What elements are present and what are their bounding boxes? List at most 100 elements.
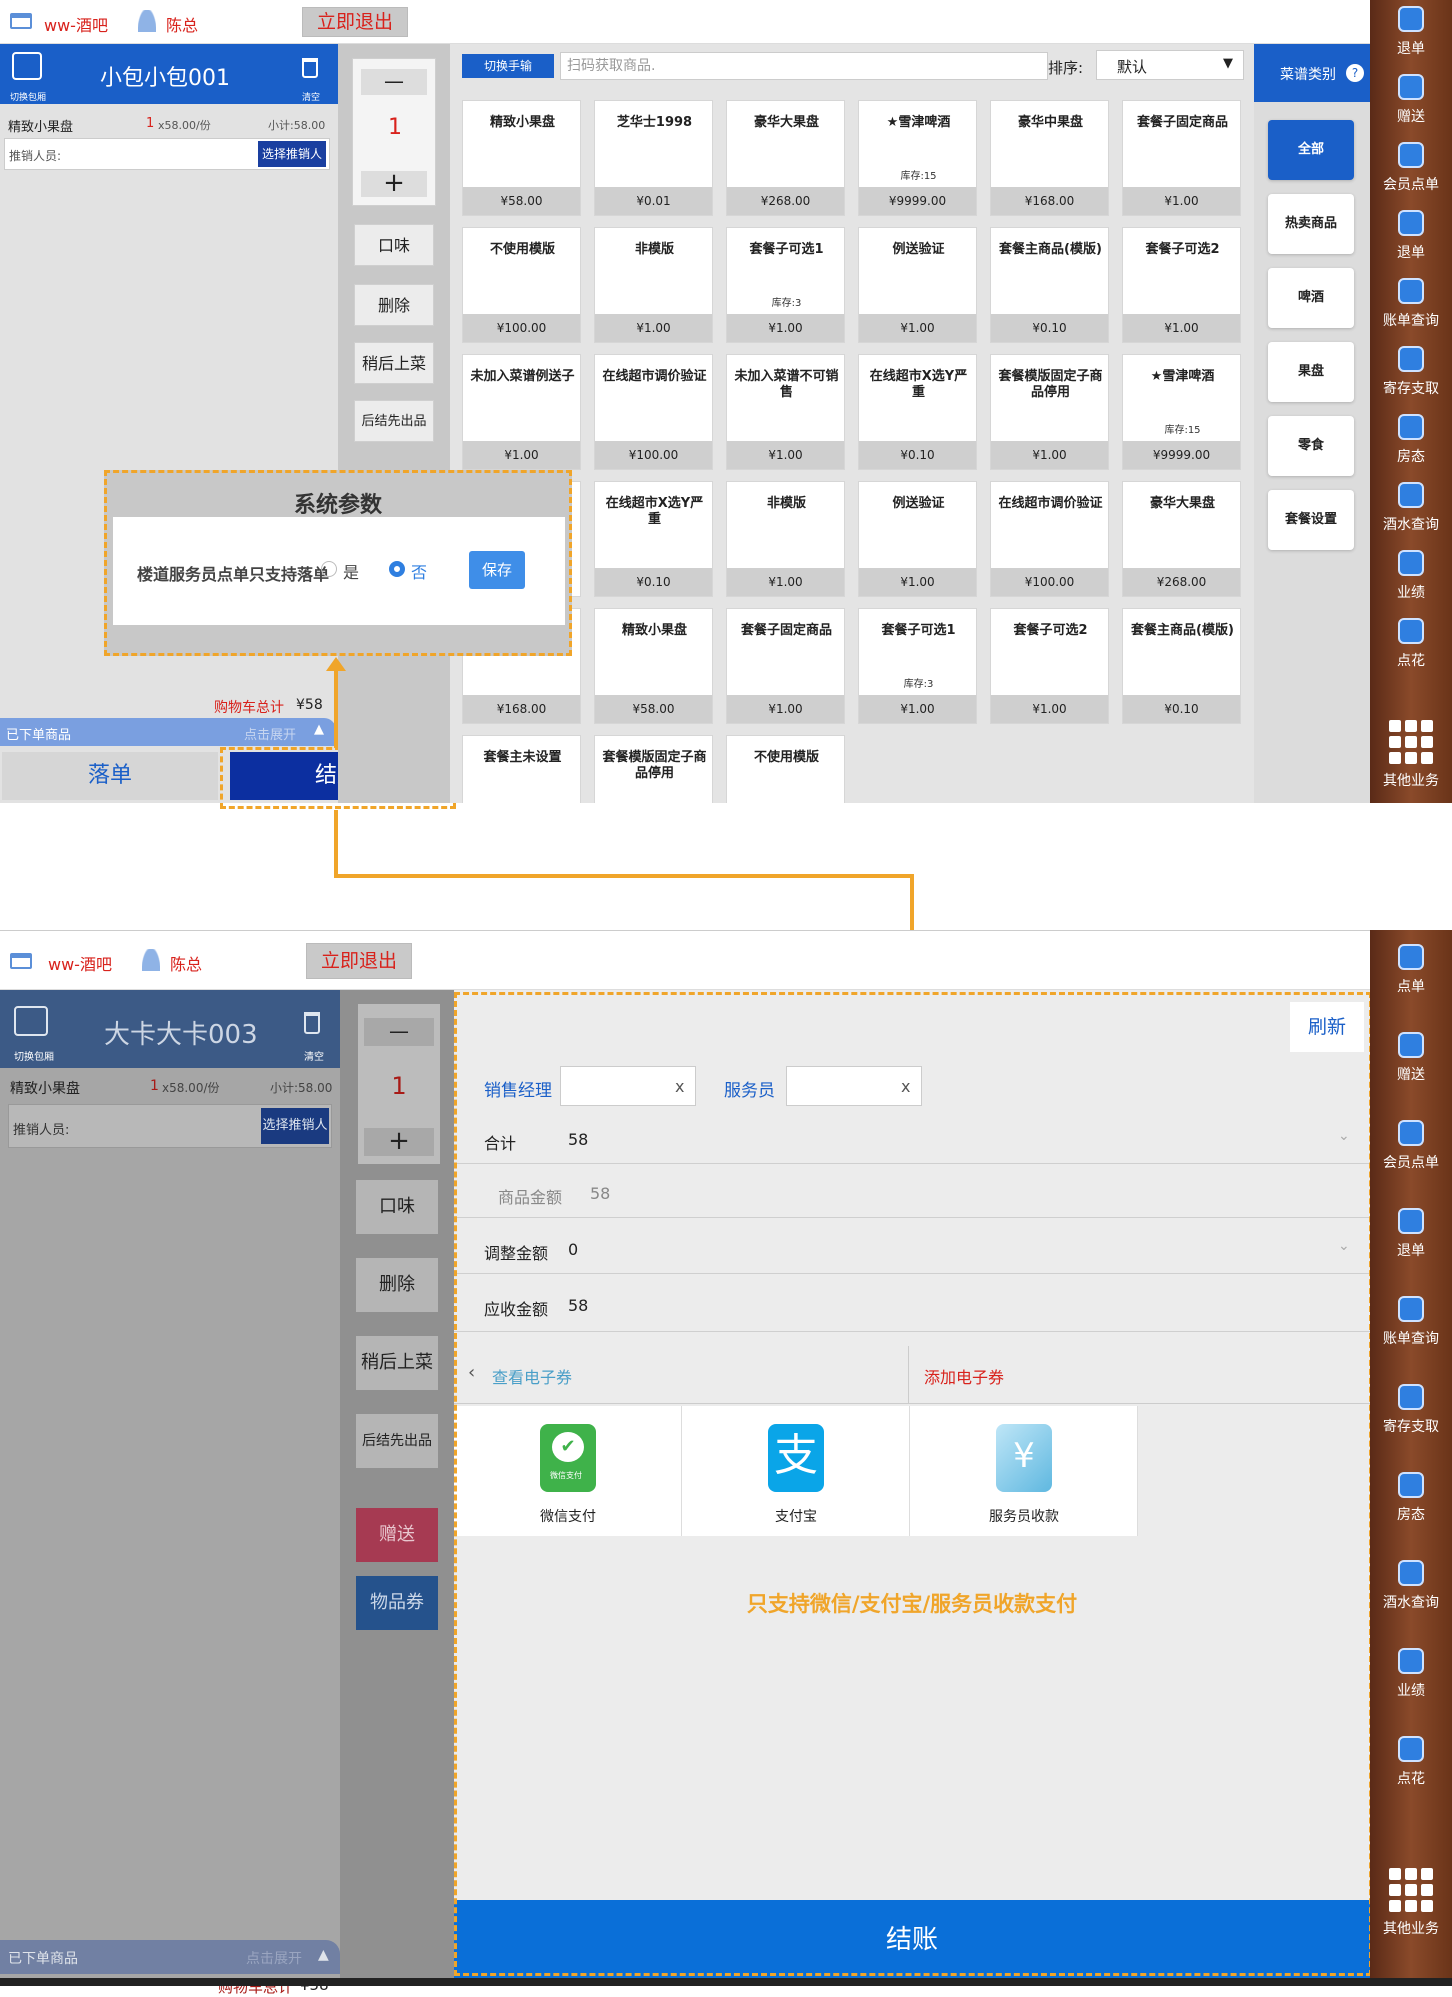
product-card[interactable]: 套餐子可选2 ¥1.00 [990, 608, 1109, 724]
order-line[interactable]: 精致小果盘 1 x58.00/份 小计:58.00 [0, 112, 338, 136]
help-icon[interactable]: ? [1346, 64, 1364, 82]
select-recommender-button[interactable]: 选择推销人 [261, 1108, 329, 1144]
product-card[interactable]: 未加入菜谱例送子 ¥1.00 [462, 354, 581, 470]
save-button[interactable]: 保存 [469, 551, 525, 589]
product-card[interactable]: 豪华中果盘 ¥168.00 [990, 100, 1109, 216]
user-icon [142, 949, 160, 971]
sidebar-item-6[interactable]: 房态 [1370, 414, 1452, 466]
product-card[interactable]: 豪华大果盘 ¥268.00 [1122, 481, 1241, 597]
place-order-button[interactable]: 落单 [2, 752, 218, 800]
gift-button[interactable]: 赠送 [356, 1508, 438, 1562]
sidebar-item-2[interactable]: 会员点单 [1370, 1120, 1452, 1172]
sidebar-item-5[interactable]: 寄存支取 [1370, 1384, 1452, 1436]
product-card[interactable]: 在线超市X选Y严重 ¥0.10 [858, 354, 977, 470]
category-3[interactable]: 果盘 [1268, 342, 1354, 402]
product-search-input[interactable]: 扫码获取商品. [560, 52, 1048, 80]
trash-icon[interactable] [302, 58, 318, 78]
product-card[interactable]: 豪华大果盘 ¥268.00 [726, 100, 845, 216]
product-card[interactable]: 未加入菜谱不可销售 ¥1.00 [726, 354, 845, 470]
serve-first-button[interactable]: 后结先出品 [354, 400, 434, 442]
product-card[interactable]: ★雪津啤酒 库存:15 ¥9999.00 [1122, 354, 1241, 470]
sidebar-item-3[interactable]: 退单 [1370, 1208, 1452, 1260]
logout-button[interactable]: 立即退出 [302, 7, 408, 37]
product-card[interactable]: 在线超市调价验证 ¥100.00 [594, 354, 713, 470]
sidebar-item-1[interactable]: 赠送 [1370, 1032, 1452, 1084]
product-card[interactable]: 在线超市调价验证 ¥100.00 [990, 481, 1109, 597]
delete-button[interactable]: 删除 [354, 284, 434, 326]
product-card[interactable]: 精致小果盘 ¥58.00 [594, 608, 713, 724]
apps-grid-icon [1370, 1868, 1452, 1912]
product-card[interactable]: 套餐子固定商品 ¥1.00 [726, 608, 845, 724]
product-card[interactable]: 精致小果盘 ¥58.00 [462, 100, 581, 216]
category-1[interactable]: 热卖商品 [1268, 194, 1354, 254]
product-card[interactable]: 不使用模版 ¥100.00 [462, 227, 581, 343]
sidebar-item-9[interactable]: 点花 [1370, 1736, 1452, 1788]
system-params-dialog: 系统参数 楼道服务员点单只支持落单 是 否 保存 [104, 470, 572, 656]
plus-button[interactable]: + [361, 170, 427, 197]
sidebar-item-0[interactable]: 点单 [1370, 944, 1452, 996]
taste-button[interactable]: 口味 [354, 224, 434, 266]
product-card[interactable]: 例送验证 ¥1.00 [858, 481, 977, 597]
product-price: ¥1.00 [859, 314, 976, 342]
sidebar-item-3[interactable]: 退单 [1370, 210, 1452, 262]
sidebar-item-6[interactable]: 房态 [1370, 1472, 1452, 1524]
trash-icon[interactable] [304, 1012, 320, 1034]
switch-manual-button[interactable]: 切换手输 [462, 54, 554, 78]
product-card[interactable]: 套餐子可选1 库存:3 ¥1.00 [858, 608, 977, 724]
sidebar-item-5[interactable]: 寄存支取 [1370, 346, 1452, 398]
sidebar-item-2[interactable]: 会员点单 [1370, 142, 1452, 194]
order-line[interactable]: 精致小果盘 1 x58.00/份 小计:58.00 [0, 1072, 340, 1102]
product-card[interactable]: ★雪津啤酒 库存:15 ¥9999.00 [858, 100, 977, 216]
product-card[interactable]: 套餐模版固定子商品停用 ¥1.00 [990, 354, 1109, 470]
sort-select[interactable]: 默认 ▼ [1096, 50, 1244, 80]
select-recommender-button[interactable]: 选择推销人 [258, 141, 326, 167]
product-card[interactable]: 套餐子固定商品 ¥1.00 [1122, 100, 1241, 216]
sidebar-item-4[interactable]: 账单查询 [1370, 1296, 1452, 1348]
product-card[interactable]: 套餐主未设置 [462, 735, 581, 803]
minus-button[interactable]: — [361, 69, 427, 95]
product-card[interactable]: 不使用模版 [726, 735, 845, 803]
taste-button[interactable]: 口味 [356, 1180, 438, 1234]
product-card[interactable]: 套餐子可选1 库存:3 ¥1.00 [726, 227, 845, 343]
product-name: 套餐主商品(模版) [999, 242, 1102, 257]
switch-room-icon[interactable] [12, 52, 42, 80]
sidebar-item-0[interactable]: 退单 [1370, 6, 1452, 58]
product-card[interactable]: 套餐子可选2 ¥1.00 [1122, 227, 1241, 343]
product-card[interactable]: 例送验证 ¥1.00 [858, 227, 977, 343]
sidebar-item-10[interactable]: 其他业务 [1370, 1868, 1452, 1938]
sidebar-item-4[interactable]: 账单查询 [1370, 278, 1452, 330]
serve-first-button[interactable]: 后结先出品 [356, 1414, 438, 1468]
sidebar-item-8[interactable]: 业绩 [1370, 550, 1452, 602]
sidebar-item-7[interactable]: 酒水查询 [1370, 1560, 1452, 1612]
product-card[interactable]: 非模版 ¥1.00 [594, 227, 713, 343]
product-card[interactable]: 套餐主商品(模版) ¥0.10 [1122, 608, 1241, 724]
serve-later-button[interactable]: 稍后上菜 [356, 1336, 438, 1390]
sidebar-item-9[interactable]: 点花 [1370, 618, 1452, 670]
category-4[interactable]: 零食 [1268, 416, 1354, 476]
ordered-items-bar[interactable]: 已下单商品 点击展开 ▲ [0, 1940, 340, 1974]
delete-button[interactable]: 删除 [356, 1258, 438, 1312]
sidebar-item-8[interactable]: 业绩 [1370, 1648, 1452, 1700]
ordered-items-bar[interactable]: 已下单商品 点击展开 ▲ [0, 718, 336, 746]
plus-button[interactable]: + [364, 1128, 434, 1156]
minus-button[interactable]: — [364, 1018, 434, 1046]
voucher-button[interactable]: 物品券 [356, 1576, 438, 1630]
sidebar-icon [1398, 278, 1424, 304]
category-2[interactable]: 啤酒 [1268, 268, 1354, 328]
product-card[interactable]: 非模版 ¥1.00 [726, 481, 845, 597]
product-price: ¥58.00 [463, 187, 580, 215]
radio-yes[interactable] [321, 561, 337, 577]
category-0[interactable]: 全部 [1268, 120, 1354, 180]
product-card[interactable]: 套餐模版固定子商品停用 [594, 735, 713, 803]
serve-later-button[interactable]: 稍后上菜 [354, 342, 434, 384]
product-card[interactable]: 芝华士1998 ¥0.01 [594, 100, 713, 216]
radio-no[interactable] [389, 561, 405, 577]
product-card[interactable]: 在线超市X选Y严重 ¥0.10 [594, 481, 713, 597]
switch-room-icon[interactable] [14, 1006, 48, 1036]
product-card[interactable]: 套餐主商品(模版) ¥0.10 [990, 227, 1109, 343]
logout-button[interactable]: 立即退出 [306, 943, 412, 979]
sidebar-item-7[interactable]: 酒水查询 [1370, 482, 1452, 534]
sidebar-item-1[interactable]: 赠送 [1370, 74, 1452, 126]
sidebar-item-10[interactable]: 其他业务 [1370, 720, 1452, 790]
category-5[interactable]: 套餐设置 [1268, 490, 1354, 550]
